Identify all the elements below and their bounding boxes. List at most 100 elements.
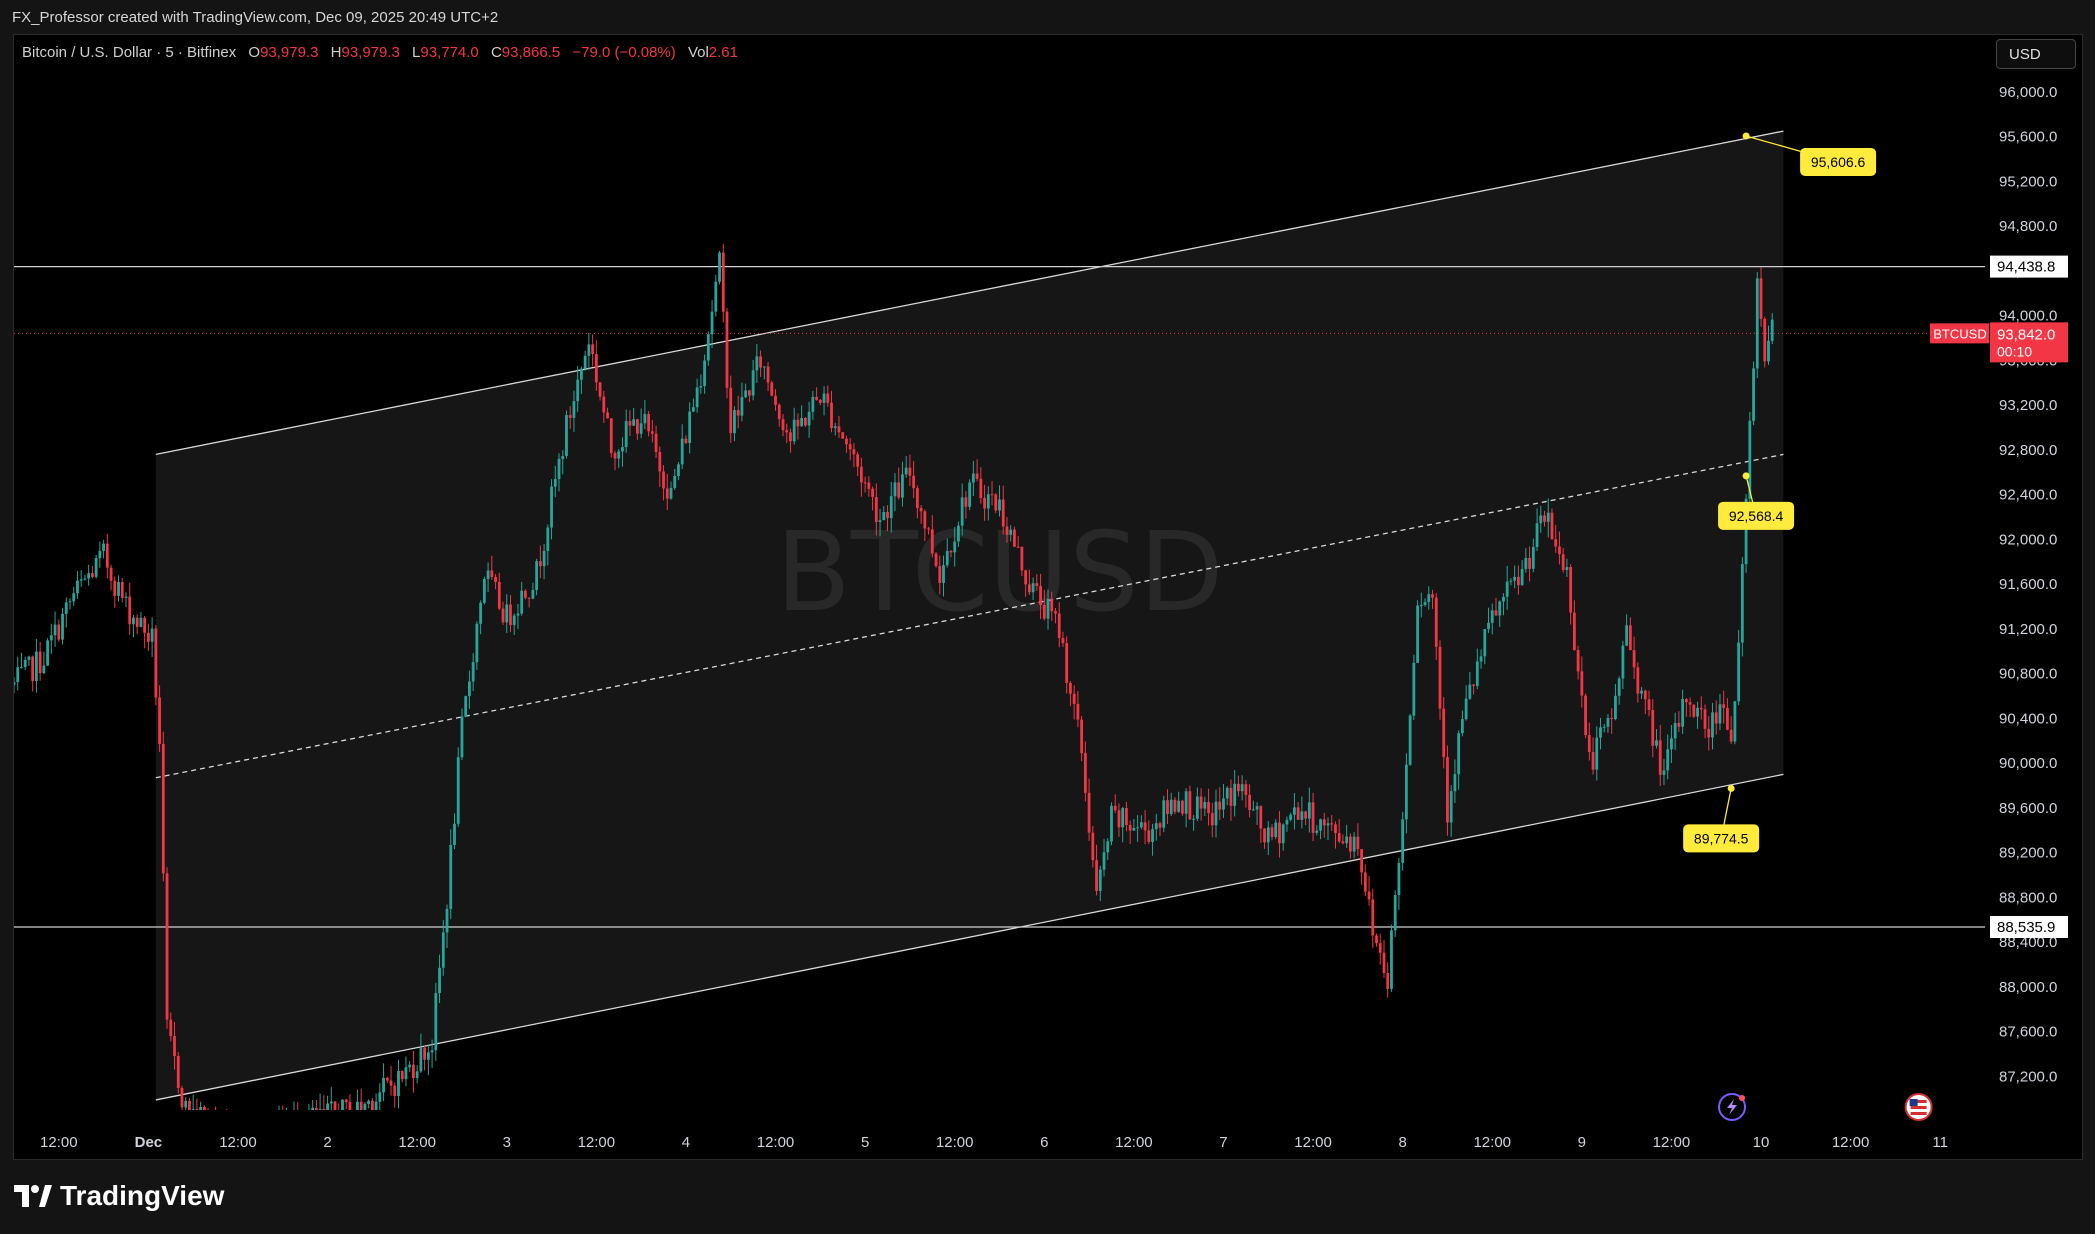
candle-body [38,651,42,674]
candle-body [188,1100,191,1110]
candle-body [531,589,535,599]
candle-body [1222,798,1225,810]
candle-body [154,628,158,698]
candle-body [1546,512,1550,522]
candle-body [501,608,505,623]
candle-body [1352,836,1356,852]
candle-body [1763,318,1767,362]
candle-body [1378,943,1382,953]
last-price-text: 93,842.0 [1997,326,2055,343]
candle-body [1195,796,1199,819]
candle-body [497,582,501,609]
candle-body [535,561,539,590]
candle-body [1554,539,1558,547]
close-label: C [490,44,502,61]
candle-body [1681,699,1685,727]
candle-body [102,543,105,551]
price-chart[interactable]: BTCUSD95,606.692,568.489,774.587,200.087… [0,0,2095,1234]
candle-body [105,543,109,568]
candle-body [1087,792,1091,833]
candle-body [1647,699,1651,710]
candle-body [1177,800,1181,812]
candle-body [1229,787,1233,806]
candle-body [1524,557,1528,570]
time-axis-tick: Dec [135,1134,163,1151]
candle-body [662,471,665,489]
candle-body [1166,800,1169,815]
candle-body [1341,841,1345,844]
candle-body [490,570,494,577]
candle-body [1475,661,1479,686]
currency-button[interactable]: USD [1996,39,2076,69]
callout-anchor-dot[interactable] [1742,132,1750,140]
candle-body [863,482,867,484]
callout-anchor-dot[interactable] [1727,784,1735,792]
candle-body [1662,770,1666,775]
candle-body [311,1107,315,1110]
candle-body [1203,802,1207,809]
candle-body [322,1108,326,1110]
countdown-text: 00:10 [1997,343,2032,359]
symbol-tag-text: BTCUSD [1933,326,1986,341]
candle-body [1666,749,1670,771]
candle-body [628,421,632,426]
candle-body [897,482,901,498]
change-value: −79.0 (−0.08%) [572,44,676,61]
candle-body [278,1111,281,1137]
price-axis-tick: 95,200.0 [1999,173,2057,190]
candle-body [512,615,516,625]
candle-body [83,578,87,580]
candle-body [169,1019,173,1037]
candle-body [393,1085,397,1096]
candle-body [1412,662,1416,716]
candle-body [777,404,781,420]
candle-body [1733,701,1737,742]
candle-body [1617,678,1621,696]
symbol-title[interactable]: Bitcoin / U.S. Dollar · 5 · Bitfinex [22,44,236,61]
callout-anchor-dot[interactable] [1742,472,1750,480]
candle-body [1640,690,1643,694]
candle-body [1502,596,1505,602]
time-axis-tick: 12:00 [578,1134,616,1151]
candle-body [919,507,923,512]
candle-body [886,512,889,519]
candle-body [117,582,120,596]
candle-body [124,596,128,598]
candle-body [613,452,617,459]
candle-body [1759,278,1763,319]
tradingview-logo[interactable]: TradingView [14,1180,224,1212]
candle-body [1031,583,1035,593]
candle-body [818,399,822,403]
candle-body [598,382,602,397]
candle-body [27,656,31,660]
candle-body [867,482,871,489]
candle-body [42,665,46,674]
candle-body [1113,805,1117,811]
price-axis-tick: 87,200.0 [1999,1068,2057,1085]
candle-body [942,565,945,583]
candle-body [1386,972,1390,989]
candle-body [344,1099,348,1103]
candle-body [1752,368,1755,421]
candle-body [915,488,919,508]
candle-body [438,967,441,993]
candle-body [1259,806,1263,829]
candle-body [1606,717,1610,727]
candle-body [1419,605,1423,607]
candle-body [1270,827,1274,838]
candle-body [176,1055,180,1088]
time-axis-tick: 11 [1932,1134,1948,1151]
candle-body [1315,830,1319,833]
candle-body [90,573,94,577]
candle-body [1755,278,1759,369]
candle-body [789,432,792,442]
candle-body [68,601,72,603]
candle-body [572,401,576,418]
price-axis-tick: 91,600.0 [1999,576,2057,593]
candle-body [747,390,751,396]
price-axis-tick: 90,000.0 [1999,755,2057,772]
candle-body [1442,708,1446,758]
candle-body [1147,830,1151,842]
candle-body [971,473,975,483]
candle-body [721,252,725,312]
